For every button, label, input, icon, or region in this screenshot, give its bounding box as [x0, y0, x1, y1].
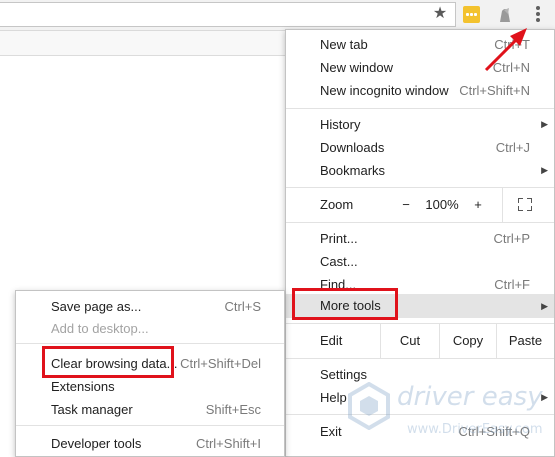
menu-item-label: Developer tools	[51, 436, 142, 451]
menu-item-settings[interactable]: Settings	[286, 363, 554, 386]
menu-separator	[286, 187, 554, 188]
bookmark-star-icon[interactable]: ★	[430, 4, 450, 24]
menu-item-label: Bookmarks	[320, 163, 386, 178]
menu-item-add-to-desktop: Add to desktop...	[16, 317, 284, 340]
menu-item-exit[interactable]: Exit Ctrl+Shift+Q	[286, 420, 554, 443]
menu-item-shortcut: Ctrl+P	[493, 231, 530, 246]
menu-item-label: Extensions	[51, 379, 115, 394]
menu-item-print[interactable]: Print... Ctrl+P	[286, 227, 554, 250]
menu-separator	[286, 358, 554, 359]
menu-item-task-manager[interactable]: Task manager Shift+Esc	[16, 398, 284, 421]
menu-item-shortcut: Shift+Esc	[205, 402, 261, 417]
menu-item-shortcut: Ctrl+Shift+Del	[180, 356, 261, 371]
menu-separator	[286, 108, 554, 109]
fullscreen-icon[interactable]	[518, 198, 532, 211]
menu-item-new-incognito[interactable]: New incognito window Ctrl+Shift+N	[286, 79, 554, 102]
highlight-clear-browsing-data	[42, 346, 174, 378]
menu-item-label: Settings	[320, 367, 367, 382]
menu-item-label: Add to desktop...	[51, 321, 149, 336]
menu-item-label: Print...	[320, 231, 358, 246]
menu-separator	[16, 425, 284, 426]
submenu-arrow-icon: ▶	[541, 119, 548, 129]
address-bar[interactable]	[0, 2, 456, 27]
zoom-in-button[interactable]: +	[466, 193, 490, 216]
menu-row-zoom: Zoom − 100% +	[286, 187, 554, 223]
menu-item-label: Exit	[320, 424, 342, 439]
menu-item-shortcut: Ctrl+J	[495, 140, 530, 155]
menu-item-label: Cast...	[320, 254, 358, 269]
menu-item-label: Downloads	[320, 140, 385, 155]
menu-item-label: Help	[320, 390, 347, 405]
extension-shield-icon[interactable]	[495, 5, 515, 25]
menu-item-developer-tools[interactable]: Developer tools Ctrl+Shift+I	[16, 432, 284, 455]
menu-item-shortcut: Ctrl+Shift+N	[459, 83, 530, 98]
edit-label: Edit	[320, 333, 343, 348]
zoom-level: 100%	[425, 197, 459, 212]
menu-separator	[286, 323, 554, 324]
menu-item-save-page[interactable]: Save page as... Ctrl+S	[16, 295, 284, 318]
menu-item-help[interactable]: Help ▶	[286, 386, 554, 409]
chrome-menu-icon[interactable]	[529, 4, 547, 26]
cut-button[interactable]: Cut	[381, 329, 439, 352]
chrome-main-menu: New tab Ctrl+T New window Ctrl+N New inc…	[285, 29, 555, 457]
page-header-strip	[0, 31, 290, 56]
menu-separator	[16, 343, 284, 344]
menu-item-shortcut: Ctrl+Shift+Q	[458, 424, 530, 439]
menu-item-shortcut: Ctrl+F	[494, 277, 530, 292]
menu-item-history[interactable]: History ▶	[286, 113, 554, 136]
zoom-divider	[502, 187, 503, 223]
paste-button[interactable]: Paste	[497, 329, 554, 352]
submenu-arrow-icon: ▶	[541, 165, 548, 175]
menu-item-label: History	[320, 117, 361, 132]
menu-item-label: New window	[320, 60, 393, 75]
menu-item-shortcut: Ctrl+S	[224, 299, 261, 314]
menu-separator	[286, 222, 554, 223]
browser-toolbar: ★	[0, 0, 555, 31]
menu-item-label: Save page as...	[51, 299, 142, 314]
menu-item-label: New tab	[320, 37, 368, 52]
menu-item-cast[interactable]: Cast...	[286, 250, 554, 273]
extension-icon[interactable]	[463, 6, 480, 23]
submenu-arrow-icon: ▶	[541, 392, 548, 402]
menu-item-bookmarks[interactable]: Bookmarks ▶	[286, 159, 554, 182]
highlight-more-tools	[292, 288, 398, 320]
menu-item-extensions[interactable]: Extensions	[16, 375, 284, 398]
menu-separator	[286, 414, 554, 415]
submenu-arrow-icon: ▶	[541, 301, 548, 311]
menu-item-downloads[interactable]: Downloads Ctrl+J	[286, 136, 554, 159]
menu-row-edit: Edit Cut Copy Paste	[286, 323, 554, 359]
menu-item-label: Task manager	[51, 402, 133, 417]
copy-button[interactable]: Copy	[440, 329, 496, 352]
zoom-out-button[interactable]: −	[394, 193, 418, 216]
menu-item-label: New incognito window	[320, 83, 449, 98]
menu-item-shortcut: Ctrl+Shift+I	[195, 436, 261, 451]
zoom-label: Zoom	[320, 197, 354, 212]
pointer-arrow-icon	[484, 28, 527, 72]
